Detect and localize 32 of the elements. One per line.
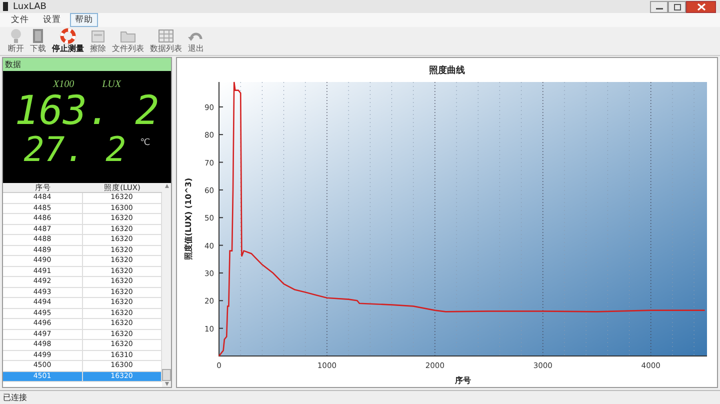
toolbar-button[interactable]: 下载 [28,28,48,55]
chart-title: 照度曲线 [429,66,465,76]
close-button[interactable] [686,0,716,12]
close-icon [696,2,706,10]
multiplier-label: X100 [52,79,74,90]
minimize-button[interactable] [650,0,668,12]
menu-item[interactable]: 帮助 [70,13,98,27]
panel-title: 数据 [3,58,171,71]
toolbar-button[interactable]: 停止测量 [50,28,86,55]
unit-label: LUX [102,79,121,90]
y-axis-label: 照度值(LUX) (10^3) [184,178,193,260]
menu-item[interactable]: 设置 [38,13,66,27]
menu-item[interactable]: 文件 [6,13,34,27]
toolbar-button[interactable]: 擦除 [88,28,108,55]
book-icon [30,28,46,44]
x-axis-label: 序号 [455,376,471,385]
toolbar-button[interactable]: 文件列表 [110,28,146,55]
grid-icon [158,28,174,44]
lux-reading: 163. 2 [14,90,160,132]
bulb-icon [8,28,24,44]
temperature-unit: ℃ [140,138,150,148]
toolbar-button[interactable]: 退出 [186,28,206,55]
status-text: 已连接 [0,390,720,404]
maximize-button[interactable] [668,0,686,12]
temperature-reading: 27. 2 [24,132,126,168]
scroll-thumb[interactable] [162,369,171,381]
scrollbar[interactable] [162,183,171,387]
maximize-icon [672,2,682,10]
window-title: LuxLAB [13,2,46,12]
toolbar-button[interactable]: 断开 [6,28,26,55]
toolbar-button[interactable]: 数据列表 [148,28,184,55]
app-icon [3,2,8,11]
